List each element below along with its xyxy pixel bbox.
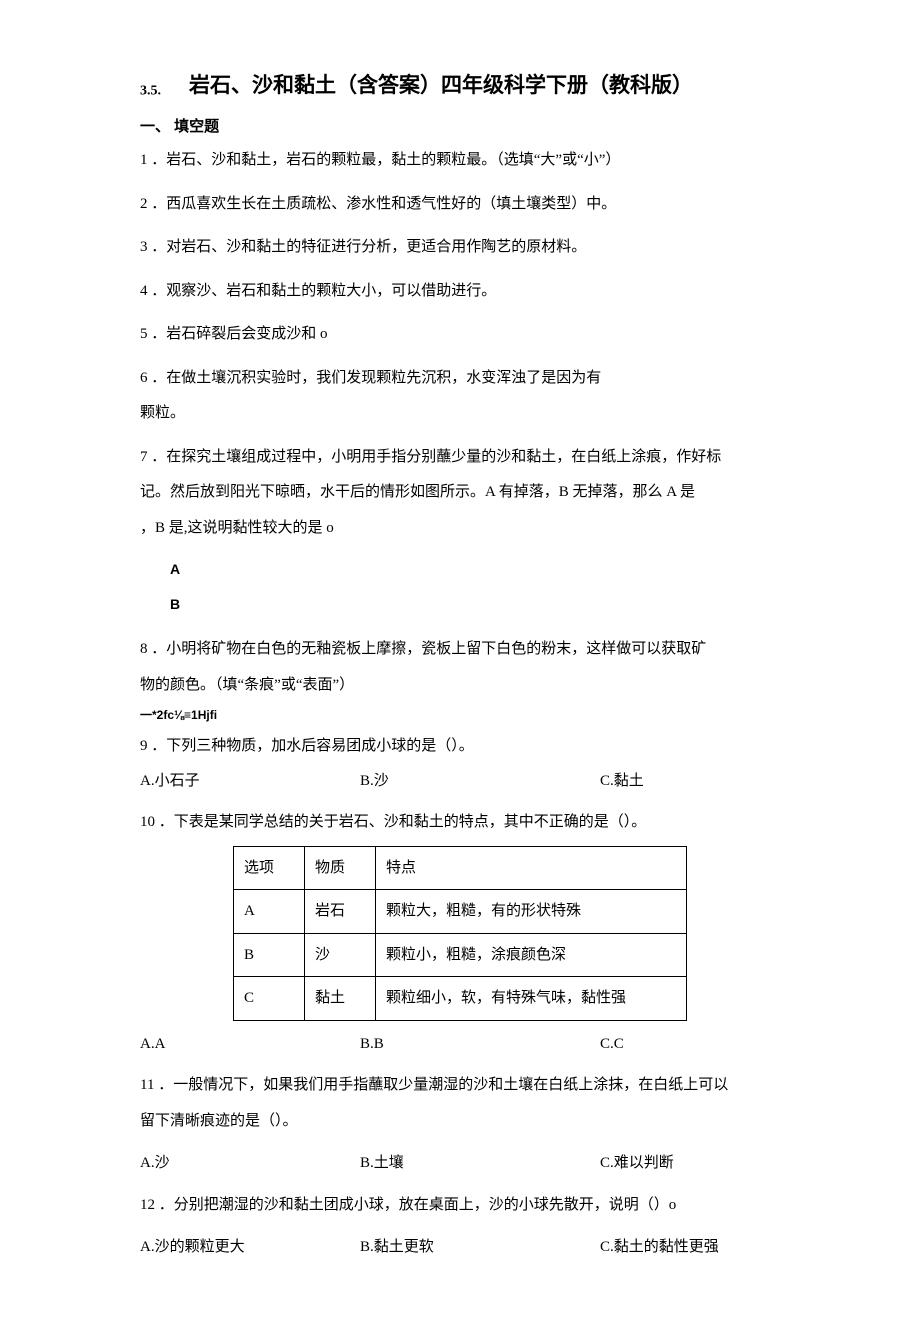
cell-a-feat: 颗粒大，粗糙，有的形状特殊 xyxy=(376,890,687,934)
question-6-line2: 颗粒。 xyxy=(140,401,780,427)
question-5: 5 ．岩石碎裂后会变成沙和 o xyxy=(140,322,780,348)
title-main: 岩石、沙和黏土（含答案）四年级科学下册（教科版） xyxy=(189,73,693,97)
question-6-line1: 6 ．在做土壤沉积实验时，我们发现颗粒先沉积，水变浑浊了是因为有 xyxy=(140,366,780,392)
cell-c-feat: 颗粒细小，软，有特殊气味，黏性强 xyxy=(376,977,687,1021)
table-row: B 沙 颗粒小，粗糙，涂痕颜色深 xyxy=(234,933,687,977)
q9-option-b: B.沙 xyxy=(360,770,600,793)
q9-option-c: C.黏土 xyxy=(600,770,644,793)
cell-b-feat: 颗粒小，粗糙，涂痕颜色深 xyxy=(376,933,687,977)
question-4: 4 ．观察沙、岩石和黏土的颗粒大小，可以借助进行。 xyxy=(140,279,780,305)
table-row: 选项 物质 特点 xyxy=(234,846,687,890)
question-10-options: A.A B.B C.C xyxy=(140,1033,780,1056)
question-1: 1 ．岩石、沙和黏土，岩石的颗粒最，黏土的颗粒最。（选填“大”或“小”） xyxy=(140,148,780,174)
question-11-line2: 留下清晰痕迹的是（）。 xyxy=(140,1109,780,1135)
figure-label-b: B xyxy=(170,594,780,615)
garbled-text: 一*2fc⅛≡1Hjfi xyxy=(140,706,780,724)
figure-ab-labels: A B xyxy=(170,559,780,615)
document-page: 3.5. 岩石、沙和黏土（含答案）四年级科学下册（教科版） 一、 填空题 1 ．… xyxy=(0,0,920,1337)
q11-option-a: A.沙 xyxy=(140,1152,360,1175)
cell-c-opt: C xyxy=(234,977,305,1021)
question-12-options: A.沙的颗粒更大 B.黏土更软 C.黏土的黏性更强 xyxy=(140,1236,780,1259)
cell-b-opt: B xyxy=(234,933,305,977)
question-8-line1: 8 ．小明将矿物在白色的无釉瓷板上摩擦，瓷板上留下白色的粉末，这样做可以获取矿 xyxy=(140,637,780,663)
cell-c-sub: 黏土 xyxy=(305,977,376,1021)
table-header-option: 选项 xyxy=(234,846,305,890)
cell-a-opt: A xyxy=(234,890,305,934)
cell-a-sub: 岩石 xyxy=(305,890,376,934)
q12-option-b: B.黏土更软 xyxy=(360,1236,600,1259)
question-7-line2: 记。然后放到阳光下晾晒，水干后的情形如图所示。A 有掉落，B 无掉落，那么 A … xyxy=(140,480,780,506)
q12-option-c: C.黏土的黏性更强 xyxy=(600,1236,719,1259)
question-7-line1: 7 ．在探究土壤组成过程中，小明用手指分别蘸少量的沙和黏土，在白纸上涂痕，作好标 xyxy=(140,445,780,471)
q12-option-a: A.沙的颗粒更大 xyxy=(140,1236,360,1259)
question-9-options: A.小石子 B.沙 C.黏土 xyxy=(140,770,780,793)
question-11-options: A.沙 B.土壤 C.难以判断 xyxy=(140,1152,780,1175)
title-number: 3.5. xyxy=(140,84,161,99)
table-row: C 黏土 颗粒细小，软，有特殊气味，黏性强 xyxy=(234,977,687,1021)
question-8-line2: 物的颜色。（填“条痕”或“表面”） xyxy=(140,673,780,699)
question-7-line3: ，B 是,这说明黏性较大的是 o xyxy=(140,516,780,542)
q10-option-a: A.A xyxy=(140,1033,360,1056)
title-row: 3.5. 岩石、沙和黏土（含答案）四年级科学下册（教科版） xyxy=(140,70,780,102)
table-header-feature: 特点 xyxy=(376,846,687,890)
table-row: A 岩石 颗粒大，粗糙，有的形状特殊 xyxy=(234,890,687,934)
q10-option-c: C.C xyxy=(600,1033,624,1056)
q9-option-a: A.小石子 xyxy=(140,770,360,793)
cell-b-sub: 沙 xyxy=(305,933,376,977)
question-9: 9 ．下列三种物质，加水后容易团成小球的是（）。 xyxy=(140,734,780,760)
table-header-substance: 物质 xyxy=(305,846,376,890)
q11-option-c: C.难以判断 xyxy=(600,1152,674,1175)
section-heading-fill: 一、 填空题 xyxy=(140,116,780,139)
figure-label-a: A xyxy=(170,559,780,580)
q11-option-b: B.土壤 xyxy=(360,1152,600,1175)
question-11-line1: 11 ．一般情况下，如果我们用手指蘸取少量潮湿的沙和土壤在白纸上涂抹，在白纸上可… xyxy=(140,1073,780,1099)
question-12: 12 ．分别把潮湿的沙和黏土团成小球，放在桌面上，沙的小球先散开，说明（）o xyxy=(140,1193,780,1219)
question-10: 10 ．下表是某同学总结的关于岩石、沙和黏土的特点，其中不正确的是（）。 xyxy=(140,810,780,836)
question-3: 3 ．对岩石、沙和黏土的特征进行分析，更适合用作陶艺的原材料。 xyxy=(140,235,780,261)
question-2: 2 ．西瓜喜欢生长在土质疏松、渗水性和透气性好的（填土壤类型）中。 xyxy=(140,192,780,218)
features-table: 选项 物质 特点 A 岩石 颗粒大，粗糙，有的形状特殊 B 沙 颗粒小，粗糙，涂… xyxy=(233,846,687,1021)
q10-option-b: B.B xyxy=(360,1033,600,1056)
